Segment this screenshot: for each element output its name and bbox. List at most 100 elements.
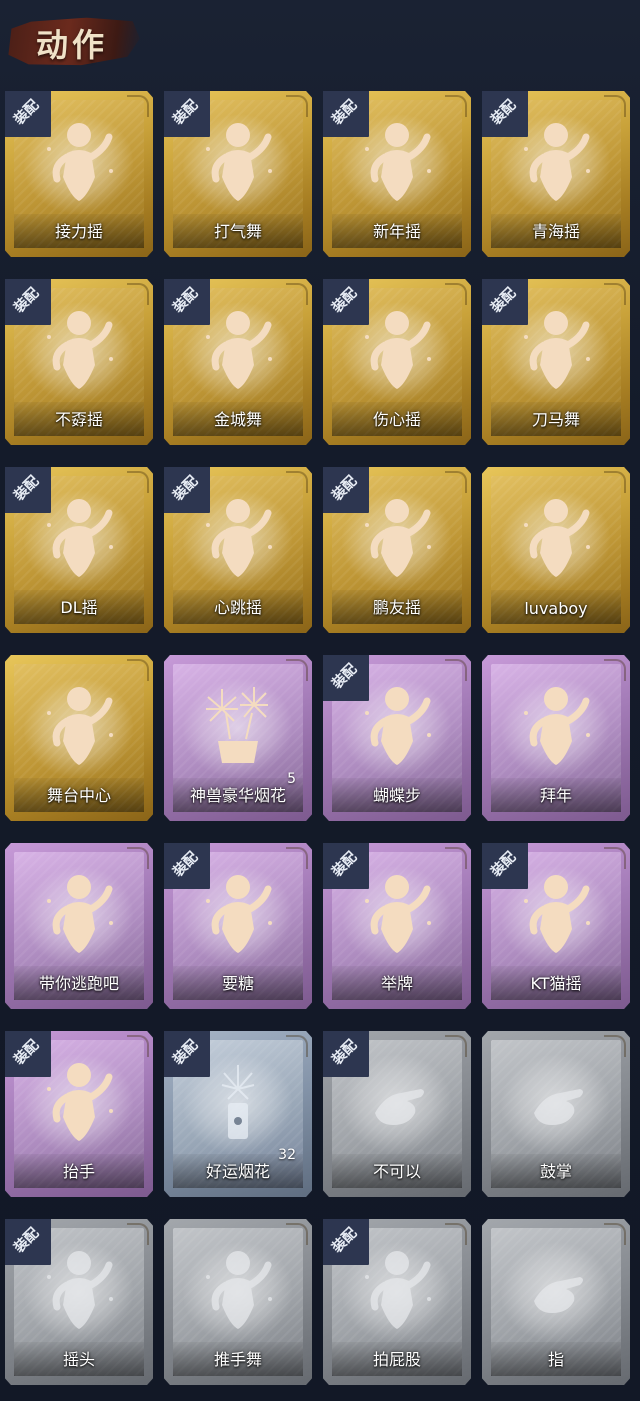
corner-ornament — [286, 659, 308, 681]
corner-ornament — [286, 1223, 308, 1245]
equipped-badge-label: 装配 — [329, 849, 361, 881]
equipped-badge: 装配 — [5, 91, 51, 137]
equipped-badge-label: 装配 — [170, 849, 202, 881]
corner-ornament — [286, 471, 308, 493]
action-card[interactable]: 指 — [482, 1219, 630, 1385]
equipped-badge: 装配 — [164, 1031, 210, 1077]
corner-ornament — [604, 1035, 626, 1057]
equipped-badge-label: 装配 — [488, 285, 520, 317]
pointing-hand-icon — [514, 1243, 598, 1335]
action-card[interactable]: luvaboy — [482, 467, 630, 633]
action-card[interactable]: 抬手 装配 — [5, 1031, 153, 1197]
corner-ornament — [604, 1223, 626, 1245]
dance-figure-icon — [514, 491, 598, 583]
card-label: 拜年 — [539, 786, 572, 805]
equipped-badge: 装配 — [5, 1219, 51, 1265]
card-label: 带你逃跑吧 — [38, 974, 119, 993]
card-label: 新年摇 — [372, 222, 421, 241]
action-card[interactable]: 好运烟花 32 装配 — [164, 1031, 312, 1197]
action-card[interactable]: 接力摇 装配 — [5, 91, 153, 257]
equipped-badge-label: 装配 — [170, 285, 202, 317]
card-label: KT猫摇 — [530, 974, 582, 993]
card-label: 青海摇 — [531, 222, 580, 241]
equipped-badge-label: 装配 — [170, 97, 202, 129]
equipped-badge: 装配 — [482, 91, 528, 137]
action-card[interactable]: 要糖 装配 — [164, 843, 312, 1009]
action-grid: 接力摇 装配 打气舞 装配 新年摇 装配 青海摇 装配 不孬摇 装配 金城舞 装… — [5, 91, 635, 1385]
action-card[interactable]: 举牌 装配 — [323, 843, 471, 1009]
corner-ornament — [127, 1223, 149, 1245]
equipped-badge: 装配 — [482, 843, 528, 889]
equipped-badge: 装配 — [323, 91, 369, 137]
action-card[interactable]: 拜年 — [482, 655, 630, 821]
equipped-badge: 装配 — [323, 279, 369, 325]
card-label: 抬手 — [62, 1162, 95, 1181]
equipped-badge: 装配 — [5, 279, 51, 325]
card-label: 不孬摇 — [54, 410, 103, 429]
action-card[interactable]: 青海摇 装配 — [482, 91, 630, 257]
equipped-badge-label: 装配 — [329, 473, 361, 505]
action-card[interactable]: 刀马舞 装配 — [482, 279, 630, 445]
card-label: 鹏友摇 — [372, 598, 421, 617]
equipped-badge: 装配 — [164, 91, 210, 137]
corner-ornament — [445, 659, 467, 681]
action-inventory-screen: 动作 接力摇 装配 打气舞 装配 新年摇 装配 青海摇 装配 不孬摇 装配 金城… — [0, 0, 640, 1401]
action-card[interactable]: 神兽豪华烟花 5 — [164, 655, 312, 821]
card-label: luvaboy — [524, 599, 588, 618]
equipped-badge: 装配 — [323, 843, 369, 889]
corner-ornament — [445, 283, 467, 305]
corner-ornament — [127, 1035, 149, 1057]
equipped-badge: 装配 — [323, 655, 369, 701]
action-card[interactable]: 伤心摇 装配 — [323, 279, 471, 445]
corner-ornament — [604, 471, 626, 493]
equipped-badge-label: 装配 — [170, 473, 202, 505]
equipped-badge-label: 装配 — [329, 97, 361, 129]
equipped-badge: 装配 — [323, 467, 369, 513]
action-card[interactable]: 推手舞 — [164, 1219, 312, 1385]
action-card[interactable]: KT猫摇 装配 — [482, 843, 630, 1009]
action-card[interactable]: 鹏友摇 装配 — [323, 467, 471, 633]
action-card[interactable]: 鼓掌 — [482, 1031, 630, 1197]
action-card[interactable]: 金城舞 装配 — [164, 279, 312, 445]
action-card[interactable]: DL摇 装配 — [5, 467, 153, 633]
action-card[interactable]: 蝴蝶步 装配 — [323, 655, 471, 821]
card-label: DL摇 — [60, 598, 98, 617]
card-label: 伤心摇 — [372, 410, 421, 429]
equipped-badge-label: 装配 — [329, 1037, 361, 1069]
item-count: 5 — [287, 771, 296, 787]
section-title: 动作 — [36, 26, 109, 64]
card-label: 心跳摇 — [213, 598, 262, 617]
action-card[interactable]: 摇头 装配 — [5, 1219, 153, 1385]
action-card[interactable]: 带你逃跑吧 — [5, 843, 153, 1009]
action-card[interactable]: 新年摇 装配 — [323, 91, 471, 257]
corner-ornament — [604, 847, 626, 869]
card-label: 刀马舞 — [531, 410, 580, 429]
equipped-badge: 装配 — [482, 279, 528, 325]
action-card[interactable]: 心跳摇 装配 — [164, 467, 312, 633]
corner-ornament — [445, 1035, 467, 1057]
corner-ornament — [127, 847, 149, 869]
fireworks-icon — [196, 679, 280, 771]
action-card[interactable]: 不可以 装配 — [323, 1031, 471, 1197]
clapping-hands-icon — [514, 1055, 598, 1147]
equipped-badge-label: 装配 — [488, 849, 520, 881]
card-label: 打气舞 — [213, 222, 262, 241]
corner-ornament — [127, 283, 149, 305]
equipped-badge-label: 装配 — [488, 97, 520, 129]
action-card[interactable]: 不孬摇 装配 — [5, 279, 153, 445]
card-label: 举牌 — [380, 974, 413, 993]
equipped-badge: 装配 — [164, 279, 210, 325]
equipped-badge-label: 装配 — [329, 1225, 361, 1257]
card-label: 接力摇 — [54, 222, 103, 241]
corner-ornament — [127, 471, 149, 493]
corner-ornament — [286, 1035, 308, 1057]
section-header: 动作 — [0, 0, 640, 80]
action-card[interactable]: 舞台中心 — [5, 655, 153, 821]
action-card[interactable]: 拍屁股 装配 — [323, 1219, 471, 1385]
equipped-badge: 装配 — [323, 1031, 369, 1077]
card-label: 蝴蝶步 — [372, 786, 421, 805]
equipped-badge-label: 装配 — [329, 661, 361, 693]
corner-ornament — [127, 95, 149, 117]
action-card[interactable]: 打气舞 装配 — [164, 91, 312, 257]
corner-ornament — [127, 659, 149, 681]
